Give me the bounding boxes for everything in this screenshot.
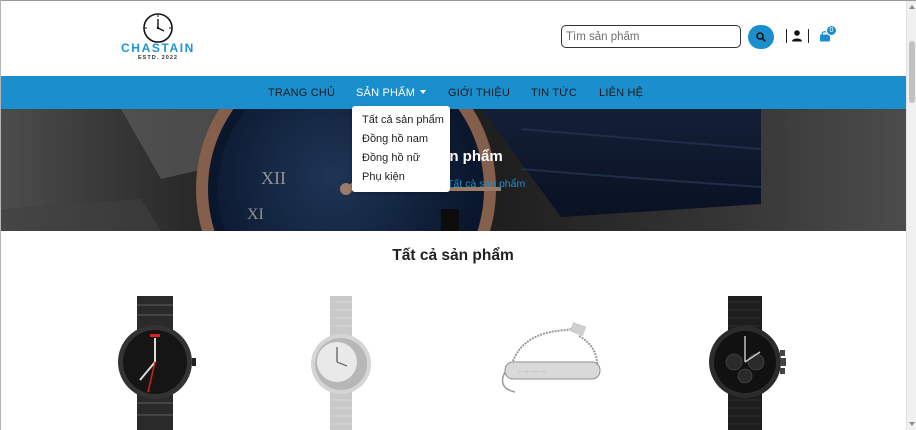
watch-banner-image: XII XI I xyxy=(1,109,906,231)
silver-bracelet-image: ·· ··· ······ ··· xyxy=(501,321,601,393)
silver-mesh-watch-image xyxy=(311,296,371,430)
section-title: Tất cả sản phẩm xyxy=(392,247,514,264)
product-card[interactable] xyxy=(285,292,395,430)
nav-item-contact[interactable]: LIÊN HỆ xyxy=(599,87,643,99)
site-header: CHASTAIN ESTD. 2022 0 xyxy=(1,1,906,76)
scroll-down-arrow-icon[interactable] xyxy=(909,422,915,426)
page-banner: XII XI I ản phẩm Tất cả sản phẩm xyxy=(1,109,906,231)
banner-title: ản phẩm xyxy=(441,148,503,165)
caret-down-icon xyxy=(420,90,427,94)
scroll-up-arrow-icon[interactable] xyxy=(909,5,915,9)
brand-name: CHASTAIN xyxy=(121,41,195,55)
nav-item-about[interactable]: GIỚI THIỆU xyxy=(448,87,510,99)
svg-text:·· ··· ······ ···: ·· ··· ······ ··· xyxy=(519,369,547,375)
user-icon[interactable] xyxy=(791,29,803,43)
dropdown-item-accessories[interactable]: Phụ kiện xyxy=(362,171,405,183)
product-card[interactable]: ·· ··· ······ ··· xyxy=(497,292,607,430)
dropdown-item-women-watches[interactable]: Đồng hồ nữ xyxy=(362,152,420,164)
main-nav: TRANG CHỦ SẢN PHẨM GIỚI THIỆU TIN TỨC LI… xyxy=(1,76,906,109)
page-scrollbar[interactable] xyxy=(906,1,916,430)
divider xyxy=(808,29,809,43)
breadcrumb[interactable]: Tất cả sản phẩm xyxy=(447,178,525,190)
black-steel-watch-image xyxy=(118,296,196,430)
product-card[interactable] xyxy=(100,292,210,430)
cart-count-badge: 0 xyxy=(826,25,837,36)
brand-established: ESTD. 2022 xyxy=(138,55,178,61)
clock-logo-icon xyxy=(143,13,173,43)
nav-item-home[interactable]: TRANG CHỦ xyxy=(268,87,335,99)
black-mesh-chronograph-image xyxy=(709,296,786,430)
product-card[interactable] xyxy=(690,292,800,430)
nav-item-label: SẢN PHẨM xyxy=(356,87,416,99)
search-icon xyxy=(756,32,766,42)
logo[interactable]: CHASTAIN ESTD. 2022 xyxy=(113,12,203,64)
products-dropdown-menu: Tất cả sản phẩm Đồng hồ nam Đồng hồ nữ P… xyxy=(352,106,450,192)
search-input[interactable] xyxy=(561,25,741,48)
search-button[interactable] xyxy=(748,25,774,49)
scrollbar-thumb[interactable] xyxy=(909,41,915,103)
dropdown-item-all-products[interactable]: Tất cả sản phẩm xyxy=(362,114,444,126)
divider xyxy=(786,29,787,43)
nav-item-news[interactable]: TIN TỨC xyxy=(531,87,577,99)
dropdown-item-men-watches[interactable]: Đồng hồ nam xyxy=(362,133,428,145)
nav-item-products[interactable]: SẢN PHẨM xyxy=(356,87,427,99)
